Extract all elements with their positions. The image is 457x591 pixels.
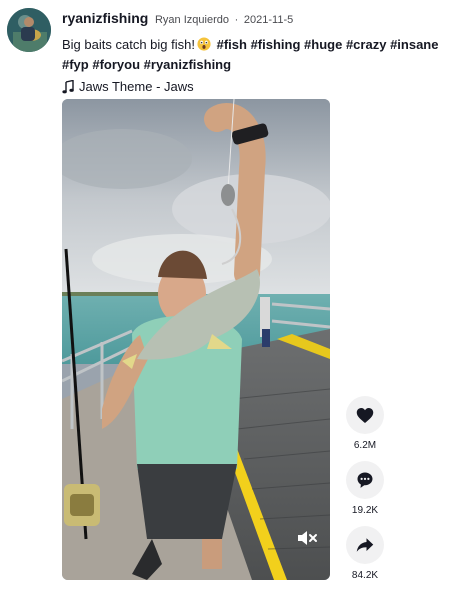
author-line: ryanizfishing Ryan Izquierdo · 2021-11-5 (62, 10, 452, 29)
hashtag[interactable]: #foryou (92, 57, 140, 72)
like-action: 6.2M (345, 396, 385, 452)
caption-text: Big baits catch big fish! (62, 37, 195, 52)
like-button[interactable] (346, 396, 384, 434)
post-date: 2021-11-5 (243, 14, 294, 26)
hashtag[interactable]: #crazy (346, 37, 386, 52)
avatar-image (7, 8, 51, 52)
author-nickname: Ryan Izquierdo (154, 14, 229, 26)
post-meta: ryanizfishing Ryan Izquierdo · 2021-11-5… (62, 10, 452, 95)
author-username[interactable]: ryanizfishing (62, 10, 148, 26)
music-link[interactable]: Jaws Theme - Jaws (62, 78, 452, 95)
hashtag[interactable]: #fish (217, 37, 247, 52)
comment-action: 19.2K (345, 461, 385, 517)
hashtag[interactable]: #fishing (251, 37, 301, 52)
muted-speaker-icon (298, 531, 317, 545)
post-caption: Big baits catch big fish! #fish #fishing… (62, 35, 452, 75)
video-frame (62, 99, 330, 580)
action-bar: 6.2M 19.2K 84.2K (345, 396, 385, 591)
separator-dot: · (234, 14, 239, 26)
hashtag[interactable]: #insane (390, 37, 438, 52)
mute-button[interactable] (296, 528, 318, 548)
video-player[interactable] (62, 99, 330, 580)
hashtag[interactable]: #fyp (62, 57, 89, 72)
avatar[interactable] (7, 8, 51, 52)
share-count: 84.2K (351, 570, 379, 581)
share-button[interactable] (346, 526, 384, 564)
like-count: 6.2M (353, 440, 377, 451)
heart-icon (356, 407, 374, 423)
hashtag[interactable]: #huge (304, 37, 342, 52)
share-action: 84.2K (345, 526, 385, 582)
comment-count: 19.2K (351, 505, 379, 516)
share-arrow-icon (356, 538, 374, 552)
music-title: Jaws Theme - Jaws (79, 79, 194, 94)
video-post: ryanizfishing Ryan Izquierdo · 2021-11-5… (0, 0, 457, 585)
comment-button[interactable] (346, 461, 384, 499)
hashtag[interactable]: #ryanizfishing (144, 57, 231, 72)
astonished-face-icon (197, 37, 211, 51)
comment-icon (357, 472, 373, 488)
music-note-icon (62, 79, 74, 93)
